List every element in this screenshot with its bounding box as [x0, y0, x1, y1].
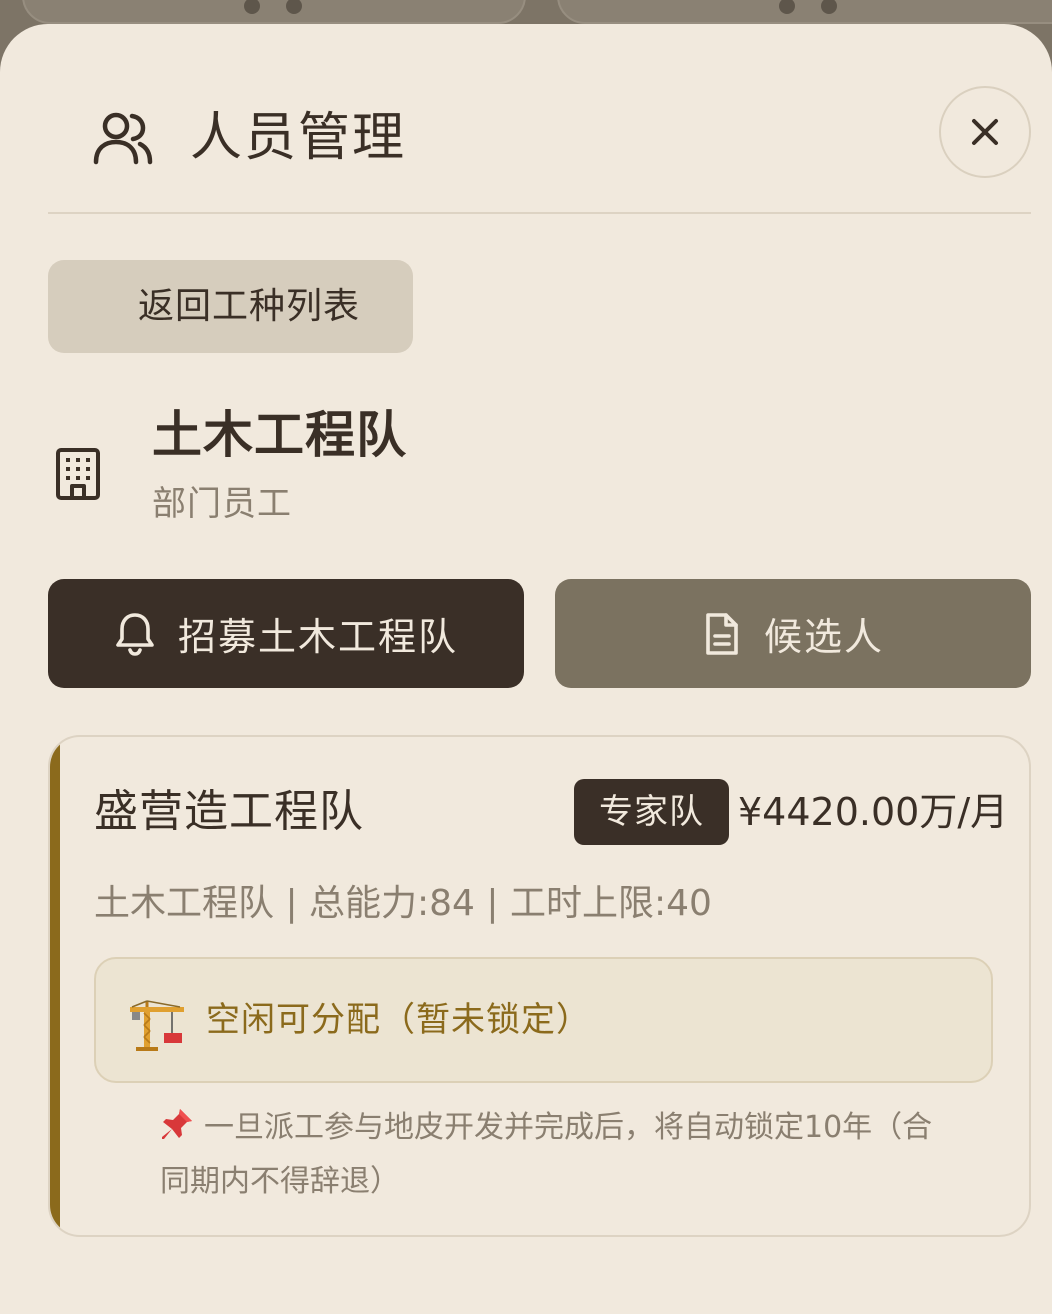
personnel-management-sheet: 人员管理 返回工种列表 土木工程队 部门员工 招募土木工程队 候选人 盛营造工程… [0, 24, 1052, 1314]
team-meta: 土木工程队 | 总能力:84 | 工时上限:40 [94, 883, 712, 924]
pin-icon [160, 1105, 194, 1139]
department-subtitle: 部门员工 [152, 484, 292, 524]
recruit-button-label: 招募土木工程队 [177, 615, 458, 659]
users-icon [90, 106, 154, 170]
background-dot [286, 0, 302, 14]
bell-icon [116, 612, 154, 656]
recruit-button[interactable]: 招募土木工程队 [48, 579, 524, 688]
team-card[interactable]: 盛营造工程队 专家队 ¥4420.00万/月 土木工程队 | 总能力:84 | … [48, 735, 1031, 1237]
background-dot [821, 0, 837, 14]
close-icon [972, 119, 998, 145]
lock-notice-text: 一旦派工参与地皮开发并完成后，将自动锁定10年（合同期内不得辞退） [160, 1110, 933, 1199]
back-to-job-list-button[interactable]: 返回工种列表 [48, 260, 413, 353]
document-icon [706, 612, 738, 655]
department-header: 土木工程队 部门员工 [48, 400, 1031, 540]
team-salary: ¥4420.00万/月 [738, 790, 1009, 834]
close-button[interactable] [939, 86, 1031, 178]
background-card [557, 0, 1052, 24]
background-card [22, 0, 526, 24]
background-dot [244, 0, 260, 14]
department-name: 土木工程队 [152, 406, 407, 464]
team-name: 盛营造工程队 [94, 786, 364, 837]
page-title: 人员管理 [190, 108, 407, 168]
lock-notice: 一旦派工参与地皮开发并完成后，将自动锁定10年（合同期内不得辞退） [160, 1101, 960, 1209]
candidates-button-label: 候选人 [763, 615, 884, 659]
card-accent-bar [50, 737, 60, 1235]
sheet-header: 人员管理 [48, 84, 1031, 214]
status-box: 空闲可分配（暂未锁定） [94, 957, 993, 1083]
building-icon [54, 446, 102, 502]
background-dot [779, 0, 795, 14]
candidates-button[interactable]: 候选人 [555, 579, 1031, 688]
team-tier-badge: 专家队 [574, 779, 729, 845]
crane-icon [128, 999, 186, 1053]
status-text: 空闲可分配（暂未锁定） [206, 1000, 591, 1040]
